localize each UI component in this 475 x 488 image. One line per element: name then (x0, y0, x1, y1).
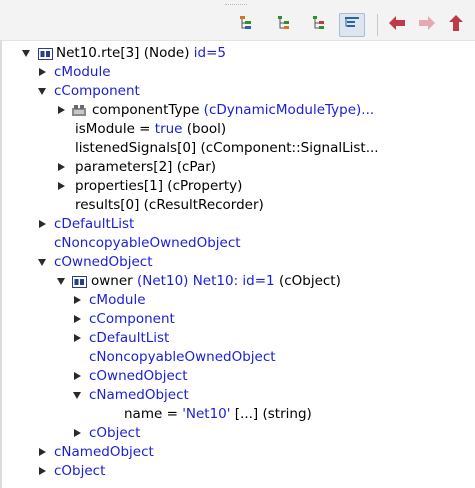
tree-row-label: cDefaultList (89, 330, 170, 346)
tree-row-label: cOwnedObject (89, 368, 188, 384)
collapsed-arrow-icon[interactable] (37, 63, 47, 82)
tree-row-value: 'Net10' (182, 406, 231, 422)
tree-row-label: cOwnedObject (54, 254, 153, 270)
up-arrow-icon (448, 14, 464, 36)
tree-row-label: cComponent (89, 311, 175, 327)
expanded-arrow-icon[interactable] (21, 44, 31, 63)
up-button[interactable] (443, 13, 469, 37)
tree-row-label: cModule (54, 64, 111, 80)
tree-row-label: cNoncopyableOwnedObject (54, 235, 241, 251)
tree-mode-inheritance-button[interactable] (306, 13, 332, 37)
tree-mode-grouped-button[interactable] (271, 13, 297, 37)
collapsed-arrow-icon[interactable] (72, 367, 82, 386)
expanded-arrow-icon[interactable] (56, 272, 66, 291)
tree-row-type: (bool) (182, 121, 227, 137)
tree-row-label: cComponent (54, 83, 140, 99)
tree-row-label: properties[1] (cProperty) (75, 178, 243, 194)
tree-mode-flat-button[interactable] (339, 13, 365, 37)
tree-row-label: results[0] (cResultRecorder) (75, 197, 264, 213)
tree-row-label: Net10.rte[3] (Node) (56, 45, 190, 61)
collapsed-arrow-icon[interactable] (37, 443, 47, 462)
tree-row-type: (cObject) (274, 273, 341, 289)
collapsed-arrow-icon[interactable] (56, 101, 66, 120)
collapsed-arrow-icon[interactable] (72, 291, 82, 310)
tree-mode-inheritance-icon (311, 15, 327, 35)
module-type-icon (71, 104, 87, 117)
forward-arrow-icon (418, 15, 436, 35)
expanded-arrow-icon[interactable] (37, 253, 47, 272)
toolbar-drag-handle[interactable] (225, 4, 247, 7)
tree-row-label: parameters[2] (cPar) (75, 159, 217, 175)
module-icon (71, 275, 87, 288)
object-tree[interactable]: Net10.rte[3] (Node) id=5 cModule cCompon… (0, 40, 475, 488)
tree-row-id: id=5 (189, 45, 227, 61)
tree-row-label: cNamedObject (54, 444, 154, 460)
tree-row-label: cObject (89, 425, 141, 441)
back-arrow-icon (388, 15, 406, 35)
forward-button[interactable] (414, 13, 440, 37)
module-icon (37, 47, 53, 60)
collapsed-arrow-icon[interactable] (72, 329, 82, 348)
tree-row-label: cDefaultList (54, 216, 135, 232)
tree-mode-grouped-icon (276, 15, 292, 35)
tree-row-label: owner (91, 273, 133, 289)
tree-mode-children-button[interactable] (234, 13, 260, 37)
collapsed-arrow-icon[interactable] (37, 462, 47, 481)
toolbar-separator (377, 14, 378, 36)
tree-mode-children-icon (239, 15, 255, 35)
tree-mode-flat-icon (344, 15, 360, 35)
collapsed-arrow-icon[interactable] (37, 215, 47, 234)
tree-row-label: listenedSignals[0] (cComponent::SignalLi… (75, 140, 379, 156)
tree-row-label: cNoncopyableOwnedObject (89, 349, 276, 365)
tree-row-label: cNamedObject (89, 387, 189, 403)
tree-row-label: cModule (89, 292, 146, 308)
tree-row-label: isModule = (75, 121, 155, 137)
tree-row-label: name = (124, 406, 183, 422)
tree-row-label: cObject (54, 463, 106, 479)
tree-row-value: true (154, 121, 183, 137)
back-button[interactable] (384, 13, 410, 37)
tree-row-type: [...] (string) (230, 406, 312, 422)
collapsed-arrow-icon[interactable] (56, 158, 66, 177)
collapsed-arrow-icon[interactable] (56, 177, 66, 196)
tree-row-label: componentType (92, 102, 200, 118)
expanded-arrow-icon[interactable] (72, 386, 82, 405)
collapsed-arrow-icon[interactable] (72, 424, 82, 443)
tree-row-type: (cDynamicModuleType)... (199, 102, 375, 118)
expanded-arrow-icon[interactable] (37, 82, 47, 101)
collapsed-arrow-icon[interactable] (72, 310, 82, 329)
inspector-toolbar (0, 0, 475, 40)
tree-row-value: (Net10) Net10: id=1 (132, 273, 275, 289)
